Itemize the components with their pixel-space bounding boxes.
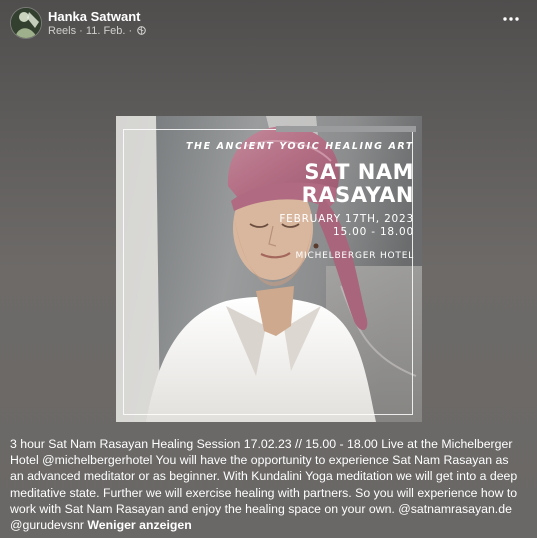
image-event-time: 15.00 - 18.00	[333, 226, 414, 238]
image-title-line1: SAT NAM	[304, 160, 414, 184]
image-event-date: FEBRUARY 17TH, 2023	[279, 213, 414, 225]
see-less-link[interactable]: Weniger anzeigen	[87, 518, 191, 532]
meta-source[interactable]: Reels	[48, 25, 76, 37]
image-tagline: THE ANCIENT YOGIC HEALING ART	[185, 141, 414, 152]
image-event-venue: MICHELBERGER HOTEL	[295, 251, 414, 261]
more-options-button[interactable]	[501, 11, 521, 27]
meta-date[interactable]: 11. Feb.	[86, 25, 126, 37]
post-image[interactable]: THE ANCIENT YOGIC HEALING ART SAT NAM RA…	[116, 116, 422, 422]
post-header: Hanka Satwant Reels · 11. Feb. ·	[10, 6, 527, 42]
globe-icon	[137, 26, 147, 35]
meta-separator: ·	[76, 25, 86, 37]
author-name[interactable]: Hanka Satwant	[48, 9, 140, 24]
more-horizontal-icon	[503, 17, 519, 21]
meta-dot: ·	[125, 25, 136, 37]
image-title-line2: RASAYAN	[301, 183, 414, 207]
frame-gap	[276, 126, 416, 132]
post-meta: Reels · 11. Feb. ·	[48, 25, 147, 37]
avatar[interactable]	[10, 7, 42, 39]
post-caption: 3 hour Sat Nam Rasayan Healing Session 1…	[10, 436, 520, 533]
